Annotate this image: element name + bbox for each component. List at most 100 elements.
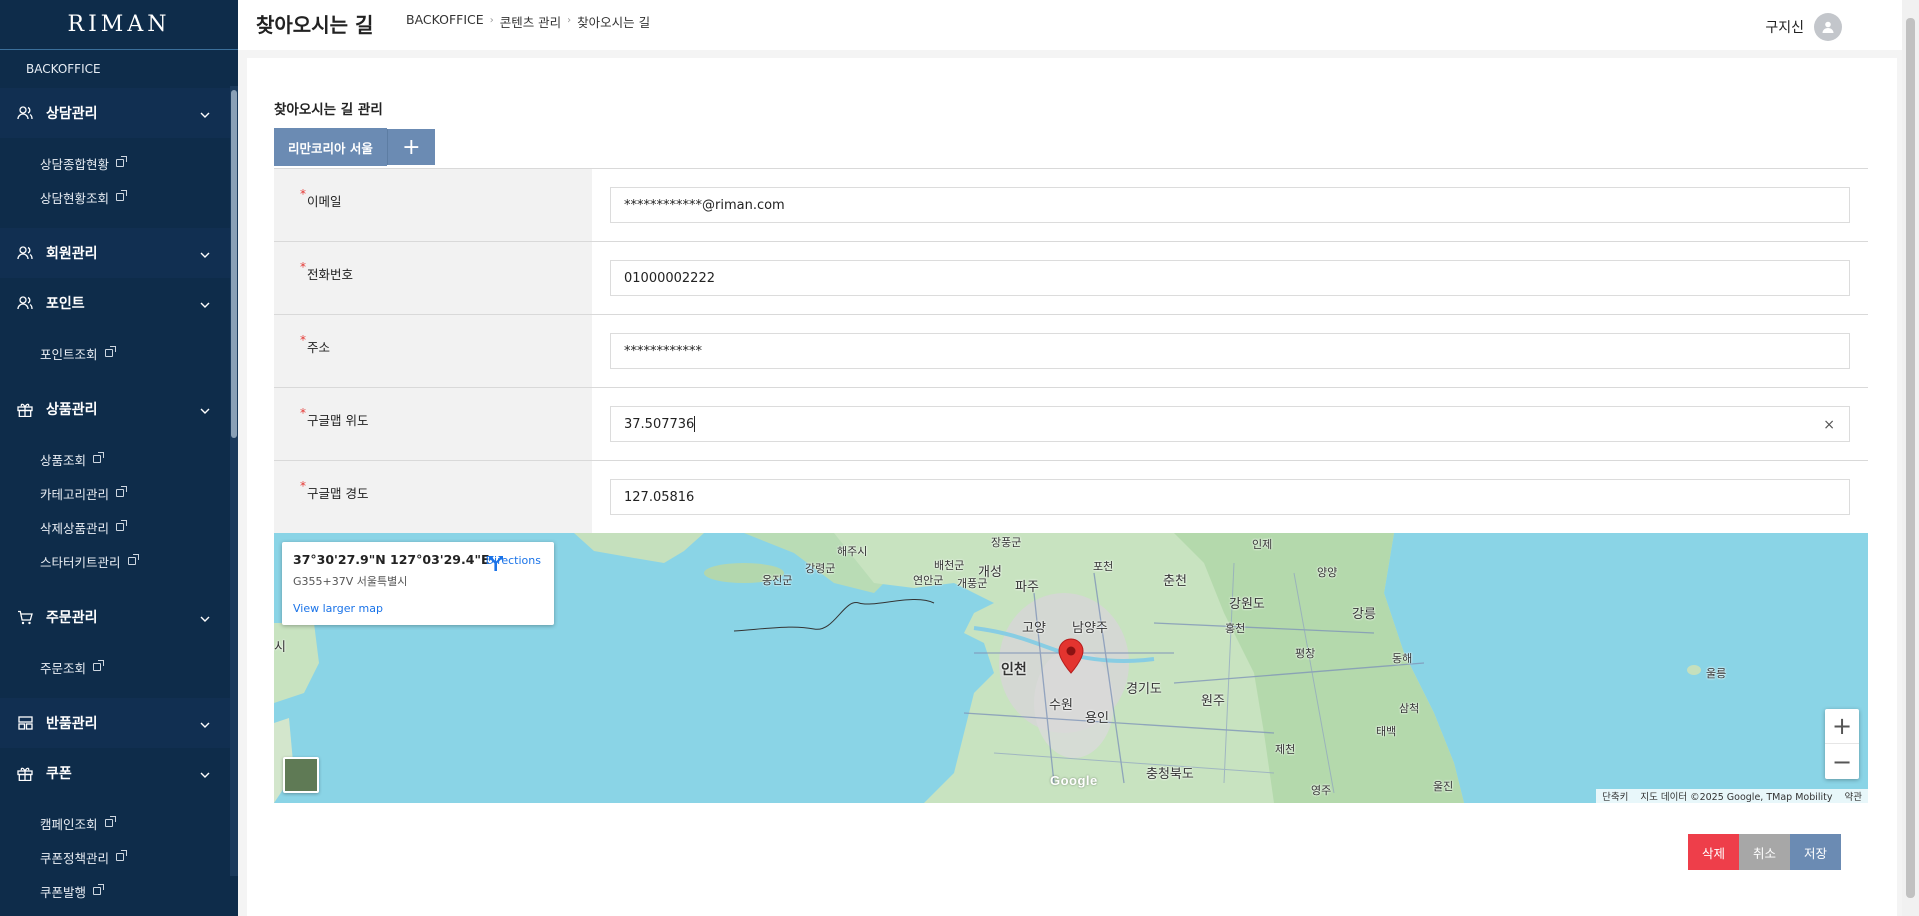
map-label: 양양 <box>1317 566 1338 579</box>
save-button[interactable]: 저장 <box>1790 834 1841 870</box>
zoom-out-button[interactable]: − <box>1825 744 1859 779</box>
directions-icon <box>488 556 503 571</box>
map-label: 충청북도 <box>1146 767 1194 782</box>
sidebar-section-header[interactable]: 상담관리 <box>0 88 238 138</box>
longitude-field[interactable]: 127.05816 <box>610 479 1850 515</box>
gift-icon <box>14 766 36 781</box>
field-label: 구글맵 위도 <box>307 413 369 428</box>
chevron-down-icon <box>200 106 210 122</box>
required-mark: * <box>300 479 306 493</box>
sidebar-section-header[interactable]: 쿠폰 <box>0 748 238 798</box>
external-link-icon <box>116 520 128 531</box>
sidebar-section-header[interactable]: 주문관리 <box>0 592 238 642</box>
cart-icon <box>14 610 36 625</box>
sidebar-item[interactable]: 상담종합현황 <box>0 146 238 180</box>
sidebar-section-header[interactable]: 포인트 <box>0 278 238 328</box>
map-label: 개풍군 <box>957 577 988 590</box>
user-menu[interactable]: 구지신 <box>1765 13 1842 41</box>
map-type-toggle[interactable] <box>283 757 319 793</box>
sidebar-item[interactable]: 삭제상품관리 <box>0 510 238 544</box>
sidebar-item[interactable]: 상담현황조회 <box>0 180 238 214</box>
phone-field[interactable]: 01000002222 <box>610 260 1850 296</box>
map-label: 포천 <box>1093 560 1114 573</box>
map-label: 수원 <box>1049 698 1073 713</box>
top-header: 찾아오시는 길 BACKOFFICE › 콘텐츠 관리 › 찾아오시는 길 구지… <box>238 0 1902 50</box>
external-link-icon <box>116 156 128 167</box>
keyboard-shortcuts-link[interactable]: 단축키 <box>1602 789 1628 803</box>
sidebar-section-header[interactable]: 회원관리 <box>0 228 238 278</box>
sidebar-item[interactable]: 캠페인조회 <box>0 806 238 840</box>
external-link-icon <box>116 486 128 497</box>
location-tabs: 리만코리아 서울 + <box>274 128 435 166</box>
sidebar-section-title: 상품관리 <box>46 402 98 418</box>
sidebar-scrollbar-thumb[interactable] <box>231 90 237 438</box>
address-field[interactable]: ************ <box>610 333 1850 369</box>
gift-icon <box>14 402 36 417</box>
tab-location[interactable]: 리만코리아 서울 <box>274 128 387 166</box>
page-title: 찾아오시는 길 <box>256 13 374 37</box>
map-label: 춘천 <box>1163 574 1187 589</box>
add-tab-button[interactable]: + <box>386 129 435 165</box>
sidebar-section-title: 쿠폰 <box>46 766 72 782</box>
required-mark: * <box>300 406 306 420</box>
sidebar-item[interactable]: 포인트조회 <box>0 336 238 370</box>
form-row-phone: * 전화번호 01000002222 <box>274 242 1868 315</box>
map-label: 옹진군 <box>762 574 793 587</box>
sidebar-item[interactable]: 카테고리관리 <box>0 476 238 510</box>
google-map[interactable]: 인천 수원 용인 고양 남양주 파주 개성 춘천 강원도 강릉 경기도 원주 충… <box>274 533 1868 803</box>
map-label: 해주시 <box>837 545 868 558</box>
sidebar-section-returns: 반품관리 <box>0 698 238 748</box>
map-label: 강릉 <box>1352 607 1376 622</box>
map-label: 파주 <box>1015 580 1039 595</box>
map-label: 원주 <box>1201 694 1225 709</box>
map-label: 연안군 <box>913 574 944 587</box>
sidebar-section-coupons: 쿠폰 캠페인조회 쿠폰정책관리 쿠폰발행 <box>0 748 238 916</box>
sidebar-item[interactable]: 스타터키트관리 <box>0 544 238 578</box>
breadcrumb-item[interactable]: BACKOFFICE <box>406 12 484 31</box>
required-mark: * <box>300 333 306 347</box>
map-label: 장풍군 <box>991 536 1022 549</box>
chevron-down-icon <box>200 610 210 626</box>
map-label: 태백 <box>1376 725 1397 738</box>
breadcrumb-item[interactable]: 콘텐츠 관리 <box>500 12 561 31</box>
delete-button[interactable]: 삭제 <box>1688 834 1739 870</box>
external-link-icon <box>104 816 116 827</box>
terms-link[interactable]: 약관 <box>1845 789 1862 803</box>
external-link-icon <box>116 190 128 201</box>
sidebar-item[interactable]: 쿠폰발행 <box>0 874 238 908</box>
sidebar-section-title: 반품관리 <box>46 716 98 732</box>
map-label: 평창 <box>1295 647 1316 660</box>
view-larger-map-link[interactable]: View larger map <box>293 602 383 615</box>
sidebar-section-header[interactable]: 반품관리 <box>0 698 238 748</box>
directions-button[interactable]: Directions <box>486 554 541 571</box>
section-title: 찾아오시는 길 관리 <box>274 102 383 118</box>
page-scrollbar-thumb[interactable] <box>1906 18 1915 898</box>
required-mark: * <box>300 187 306 201</box>
latitude-field[interactable]: 37.507736 × <box>610 406 1850 442</box>
field-label: 이메일 <box>307 194 342 209</box>
form-row-email: * 이메일 ************@riman.com <box>274 169 1868 242</box>
chevron-down-icon <box>200 246 210 262</box>
zoom-in-button[interactable]: + <box>1825 709 1859 744</box>
sidebar-section-header[interactable]: 상품관리 <box>0 384 238 434</box>
sidebar: RIMAN BACKOFFICE 상담관리 상담종합현황 상담현황조회 회원관리 <box>0 0 238 916</box>
sidebar-section-title: 주문관리 <box>46 610 98 626</box>
external-link-icon <box>93 452 105 463</box>
sidebar-item[interactable]: 상품조회 <box>0 442 238 476</box>
breadcrumb-separator: › <box>489 15 494 26</box>
avatar-icon[interactable] <box>1814 13 1842 41</box>
required-mark: * <box>300 260 306 274</box>
sidebar-item[interactable]: 주문조회 <box>0 650 238 684</box>
clear-icon[interactable]: × <box>1823 417 1835 433</box>
text-caret <box>694 416 696 432</box>
cancel-button[interactable]: 취소 <box>1739 834 1790 870</box>
location-form: * 이메일 ************@riman.com * 전화번호 010000… <box>274 168 1868 534</box>
email-field[interactable]: ************@riman.com <box>610 187 1850 223</box>
logo[interactable]: RIMAN <box>0 0 238 50</box>
map-label: 인천 <box>1001 662 1027 678</box>
users-icon <box>14 106 36 120</box>
content-card: 찾아오시는 길 관리 리만코리아 서울 + * 이메일 ************@… <box>247 58 1897 916</box>
sidebar-item[interactable]: 쿠폰정책관리 <box>0 840 238 874</box>
backoffice-label: BACKOFFICE <box>26 62 101 76</box>
users-icon <box>14 296 36 310</box>
